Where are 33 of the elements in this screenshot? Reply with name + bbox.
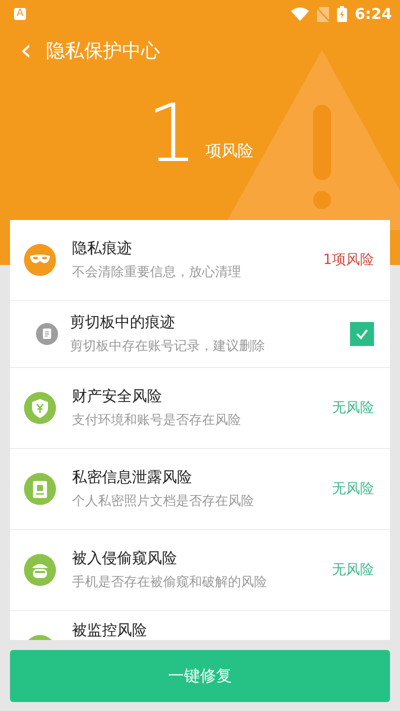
clock-time: 6:24	[354, 5, 392, 23]
risk-status: 无风险	[332, 399, 374, 417]
risk-count: 1	[146, 94, 198, 174]
clipboard-icon	[36, 323, 58, 345]
no-sim-icon	[316, 6, 329, 22]
risk-status: 无风险	[332, 561, 374, 579]
checkbox[interactable]	[350, 322, 374, 346]
list-item[interactable]: 隐私痕迹 不会清除重要信息，放心清理 1项风险	[10, 220, 390, 301]
shield-icon	[24, 392, 56, 424]
notification-icon: A	[14, 8, 26, 20]
item-title: 被入侵偷窥风险	[72, 549, 178, 568]
item-subtitle: 剪切板中存在账号记录，建议删除	[70, 338, 266, 355]
battery-icon	[336, 6, 347, 22]
item-title: 剪切板中的痕迹	[70, 313, 176, 332]
mask-icon	[24, 244, 56, 276]
item-subtitle: 支付环境和账号是否存在风险	[72, 412, 242, 429]
risk-count-label: 项风险	[205, 141, 254, 162]
item-title: 隐私痕迹	[72, 239, 133, 258]
item-subtitle: 手机是否存在被偷窥和破解的风险	[72, 574, 268, 591]
item-subtitle: 个人私密照片文档是否存在风险	[72, 493, 255, 510]
list-item[interactable]: 财产安全风险 支付环境和账号是否存在风险 无风险	[10, 368, 390, 449]
list-item[interactable]: 私密信息泄露风险 个人私密照片文档是否存在风险 无风险	[10, 449, 390, 530]
wifi-icon	[290, 7, 309, 21]
list-item[interactable]: 被入侵偷窥风险 手机是否存在被偷窥和破解的风险 无风险	[10, 530, 390, 611]
item-subtitle: 不会清除重要信息，放心清理	[72, 264, 242, 281]
page-title: 隐私保护中心	[46, 39, 160, 64]
risk-status: 1项风险	[323, 251, 374, 269]
card-icon	[24, 473, 56, 505]
item-title: 财产安全风险	[72, 387, 163, 406]
item-title: 被监控风险	[72, 621, 148, 640]
list-item[interactable]: 剪切板中的痕迹 剪切板中存在账号记录，建议删除	[10, 301, 390, 368]
item-title: 私密信息泄露风险	[72, 468, 193, 487]
risk-status: 无风险	[332, 480, 374, 498]
